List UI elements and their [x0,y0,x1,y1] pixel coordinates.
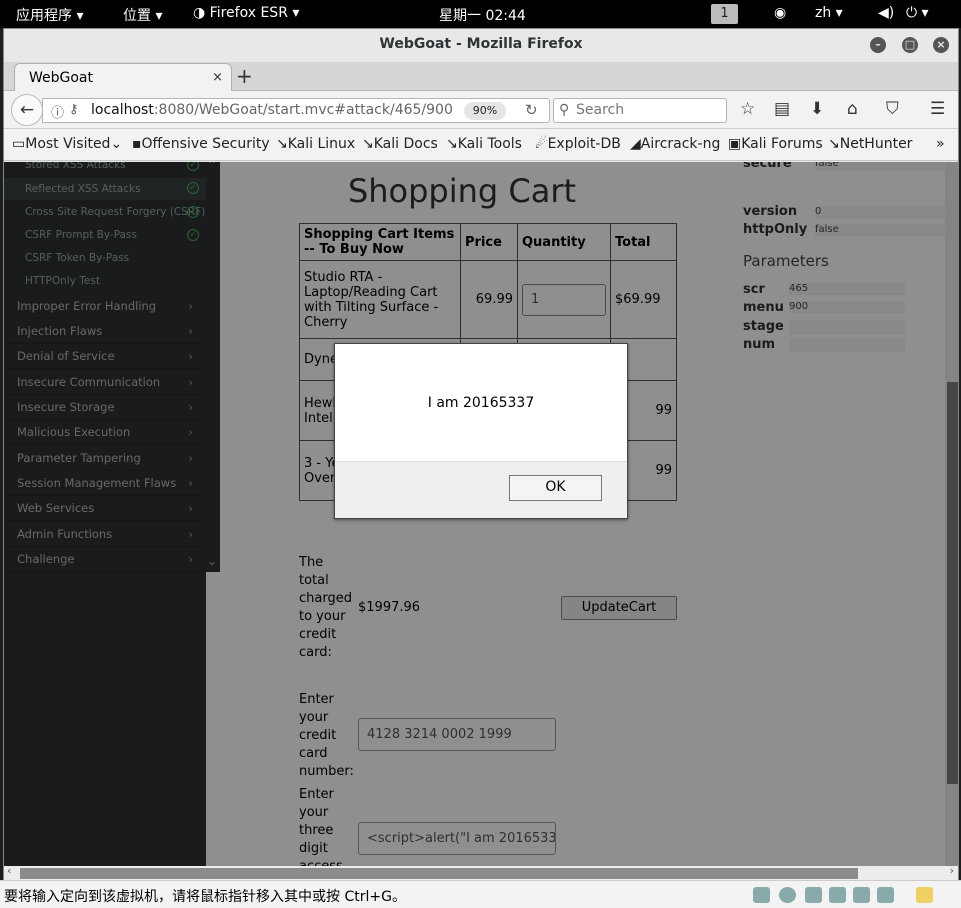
horizontal-scrollbar-thumb[interactable] [20,868,858,879]
reload-icon[interactable]: ↻ [525,101,538,119]
library-icon[interactable]: ▤ [774,99,790,119]
url-text[interactable]: localhost:8080/WebGoat/start.mvc#attack/… [91,102,453,118]
key-icon[interactable]: ⚷ [69,102,79,117]
alert-message: I am 20165337 [427,395,535,411]
bookmark-kali-docs[interactable]: ↘Kali Docs [362,136,438,152]
scroll-left-icon[interactable]: ‹ [7,864,11,877]
new-tab-button[interactable]: + [236,64,253,88]
ok-button[interactable]: OK [509,475,602,501]
printer-icon[interactable] [829,887,846,903]
pocket-icon[interactable]: ⛉ [886,99,899,119]
bookmark-star-icon[interactable]: ☆ [740,99,755,119]
volume-icon[interactable]: ◀) [878,5,894,21]
applications-menu[interactable]: 应用程序 ▾ [16,5,83,25]
input-method-menu[interactable]: zh ▾ [815,5,843,21]
vmware-status-bar: 要将输入定向到该虚拟机，请将鼠标指针移入其中或按 Ctrl+G。 [0,880,961,908]
url-bar[interactable]: ⓘ ⚷ localhost:8080/WebGoat/start.mvc#att… [42,98,550,123]
tab-title: WebGoat [29,70,94,86]
nav-toolbar: ⓘ ⚷ localhost:8080/WebGoat/start.mvc#att… [4,91,958,129]
minimize-button[interactable]: – [870,37,886,53]
sound-icon[interactable] [853,887,870,903]
window-title: WebGoat - Mozilla Firefox [4,29,958,62]
bookmark-offensive-security[interactable]: ▪Offensive Security [132,136,270,152]
bookmark-aircrack[interactable]: ◢Aircrack-ng [630,136,720,152]
search-icon: ⚲ [559,102,570,118]
back-button[interactable]: ← [11,94,43,126]
cd-rom-icon[interactable] [779,887,796,903]
alert-footer: OK [335,461,627,518]
bookmark-kali-tools[interactable]: ↘Kali Tools [446,136,522,152]
maximize-button[interactable]: □ [902,37,918,53]
tab-webgoat[interactable]: WebGoat × [14,63,232,92]
workspace-indicator[interactable]: 1 [711,4,738,24]
info-icon[interactable]: ⓘ [51,102,64,121]
hard-disk-icon[interactable] [753,887,770,903]
network-icon[interactable] [805,887,822,903]
clock[interactable]: 星期一 02:44 [439,5,526,25]
bookmark-kali-forums[interactable]: ▣Kali Forums [728,136,823,152]
tab-strip: WebGoat × + [4,62,958,92]
home-icon[interactable]: ⌂ [847,99,858,119]
camera-icon[interactable]: ◉ [774,5,786,21]
close-window-button[interactable]: × [933,37,949,53]
zoom-indicator[interactable]: 90% [464,102,506,120]
vmware-hint: 要将输入定向到该虚拟机，请将鼠标指针移入其中或按 Ctrl+G。 [4,889,406,905]
bookmark-exploit-db[interactable]: ☄Exploit-DB [535,136,621,152]
tab-close-icon[interactable]: × [212,70,223,85]
bookmark-most-visited[interactable]: ▭Most Visited⌄ [12,136,122,152]
menu-icon[interactable]: ☰ [930,99,945,119]
scroll-right-icon[interactable]: › [950,864,954,877]
bookmark-kali-linux[interactable]: ↘Kali Linux [276,136,355,152]
alert-dialog: I am 20165337 OK [334,343,628,519]
gnome-top-bar: 应用程序 ▾ 位置 ▾ ◑ Firefox ESR ▾ 星期一 02:44 1 … [0,0,961,28]
bookmark-nethunter[interactable]: ↘NetHunter [828,136,912,152]
notes-icon[interactable] [916,887,933,903]
power-icon[interactable]: ⏻ ▾ [906,5,929,21]
bookmarks-toolbar: ▭Most Visited⌄ ▪Offensive Security ↘Kali… [4,129,958,161]
search-box[interactable]: ⚲ Search [553,98,727,123]
downloads-icon[interactable]: ⬇ [810,99,824,119]
display-icon[interactable] [877,887,894,903]
bookmarks-overflow-icon[interactable]: » [936,136,945,152]
places-menu[interactable]: 位置 ▾ [123,5,162,25]
active-app-menu[interactable]: ◑ Firefox ESR ▾ [193,5,299,21]
